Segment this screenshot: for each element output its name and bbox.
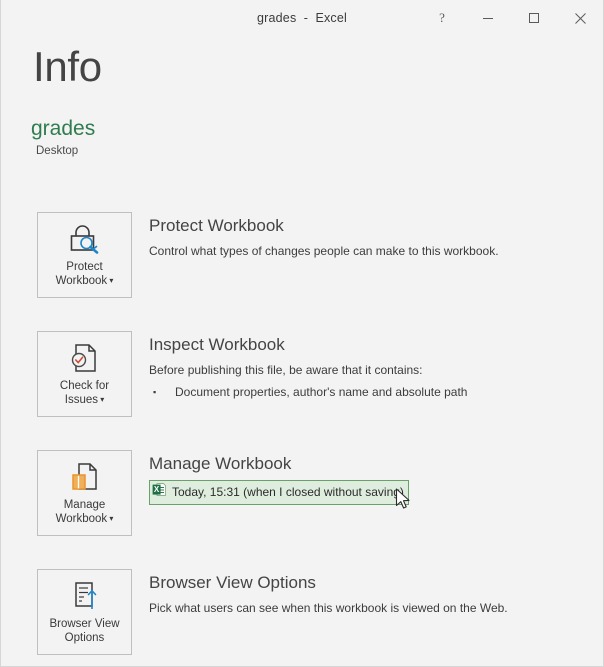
- document-versions-icon: [65, 460, 105, 494]
- document-check-icon: [65, 341, 105, 375]
- chevron-down-icon: ▾: [107, 514, 114, 523]
- manage-workbook-body: Manage Workbook X Today, 15:31 (when I c…: [149, 450, 593, 505]
- help-button[interactable]: ?: [419, 0, 465, 36]
- inspect-workbook-heading: Inspect Workbook: [149, 335, 285, 354]
- browser-view-options-body: Browser View Options Pick what users can…: [149, 569, 593, 617]
- list-item: ▪ Document properties, author's name and…: [149, 384, 593, 401]
- maximize-button[interactable]: [511, 0, 557, 36]
- protect-workbook-button[interactable]: Protect Workbook ▾: [37, 212, 132, 298]
- autosave-version-label: Today, 15:31 (when I closed without savi…: [172, 484, 404, 499]
- protect-workbook-body: Protect Workbook Control what types of c…: [149, 212, 593, 260]
- browser-view-options-heading: Browser View Options: [149, 573, 316, 592]
- question-mark-icon: ?: [439, 10, 445, 25]
- minimize-button[interactable]: [465, 0, 511, 36]
- excel-file-icon: X: [152, 482, 167, 502]
- document-upload-icon: [65, 579, 105, 613]
- manage-workbook-heading: Manage Workbook: [149, 454, 292, 473]
- browser-view-options-label: Browser View Options: [49, 618, 120, 644]
- protect-workbook-label: Protect Workbook ▾: [56, 260, 114, 288]
- autosave-version-item[interactable]: X Today, 15:31 (when I closed without sa…: [149, 480, 409, 505]
- close-button[interactable]: [557, 0, 603, 36]
- window-title: grades - Excel: [256, 11, 348, 25]
- inspect-workbook-description: Before publishing this file, be aware th…: [149, 363, 423, 377]
- chevron-down-icon: ▾: [107, 276, 114, 285]
- protect-workbook-heading: Protect Workbook: [149, 216, 284, 235]
- check-for-issues-label: Check for Issues ▾: [60, 379, 109, 407]
- browser-view-options-button[interactable]: Browser View Options: [37, 569, 132, 655]
- minimize-icon: [482, 12, 494, 24]
- maximize-icon: [528, 12, 540, 24]
- tile-label-text: Protect Workbook: [55, 261, 108, 288]
- file-name: grades: [31, 117, 96, 140]
- protect-workbook-description: Control what types of changes people can…: [149, 244, 499, 258]
- excel-backstage-window: grades - Excel ? Info grades Desktop Pro…: [0, 0, 604, 667]
- backstage-content: Info grades Desktop Protect Workbook ▾ P…: [1, 36, 603, 666]
- caption-buttons: ?: [419, 0, 603, 36]
- page-title: Info: [33, 43, 102, 90]
- check-for-issues-button[interactable]: Check for Issues ▾: [37, 331, 132, 417]
- svg-text:X: X: [154, 485, 160, 494]
- chevron-down-icon: ▾: [98, 395, 105, 404]
- padlock-key-icon: [65, 222, 105, 256]
- inspect-bullet-text: Document properties, author's name and a…: [175, 385, 468, 399]
- manage-workbook-label: Manage Workbook ▾: [56, 498, 114, 526]
- manage-workbook-button[interactable]: Manage Workbook ▾: [37, 450, 132, 536]
- inspect-workbook-body: Inspect Workbook Before publishing this …: [149, 331, 593, 401]
- square-bullet-icon: ▪: [153, 387, 157, 397]
- browser-view-options-description: Pick what users can see when this workbo…: [149, 601, 508, 615]
- close-icon: [574, 12, 587, 25]
- file-location: Desktop: [36, 145, 79, 157]
- title-bar: grades - Excel ?: [1, 0, 603, 36]
- tile-label-text: Manage Workbook: [55, 499, 108, 526]
